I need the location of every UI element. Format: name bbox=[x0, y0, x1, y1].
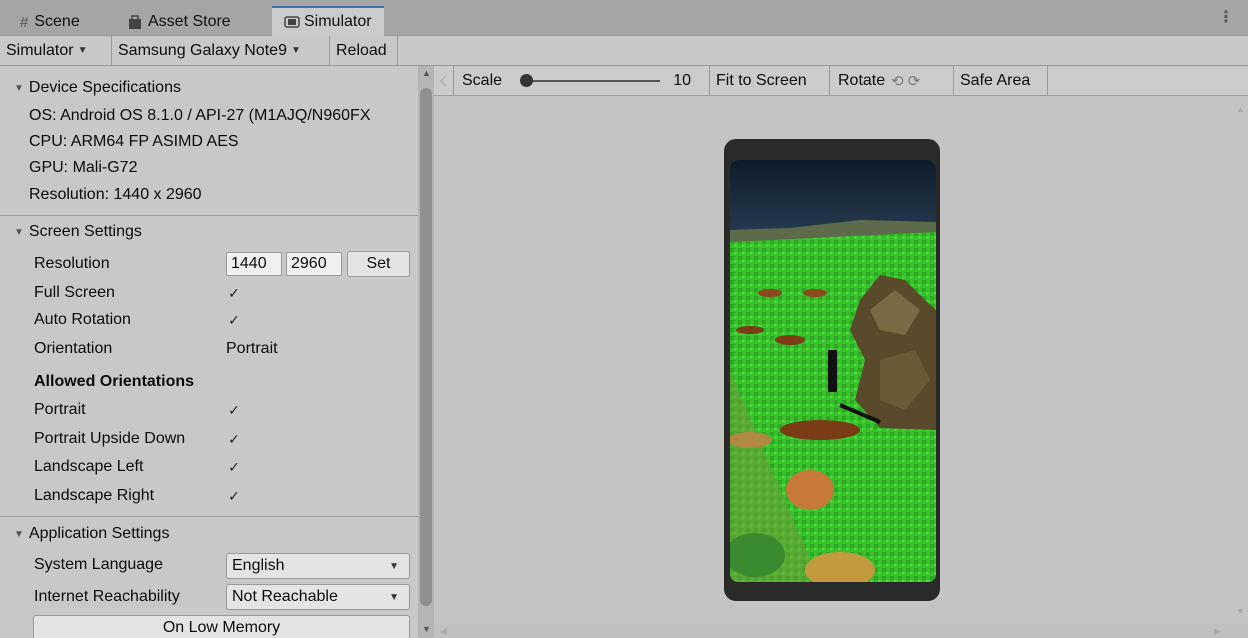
tab-asset-store[interactable]: Asset Store bbox=[128, 8, 231, 36]
resolution-height-field[interactable]: 2960 bbox=[286, 252, 342, 276]
scale-label: Scale bbox=[462, 71, 503, 89]
tab-label: Scene bbox=[34, 13, 80, 30]
scale-value: 10 bbox=[673, 71, 691, 89]
device-menu[interactable]: Samsung Galaxy Note9 ▼ bbox=[112, 36, 330, 65]
foldout-triangle-icon: ▼ bbox=[14, 528, 24, 540]
auto-rotation-checkbox[interactable]: ✓ bbox=[226, 312, 242, 328]
reload-button[interactable]: Reload bbox=[330, 36, 398, 65]
simulator-menu[interactable]: Simulator ▼ bbox=[0, 36, 112, 65]
landscape-right-label: Landscape Right bbox=[34, 487, 155, 504]
landscape-left-checkbox[interactable]: ✓ bbox=[226, 459, 242, 475]
tab-simulator[interactable]: Simulator bbox=[272, 6, 384, 36]
grid-icon: # bbox=[20, 13, 29, 31]
foldout-triangle-icon: ▼ bbox=[14, 82, 24, 94]
device-specs-foldout[interactable]: ▼ Device Specifications bbox=[0, 74, 418, 102]
portrait-checkbox[interactable]: ✓ bbox=[226, 402, 242, 418]
viewport-scroll-up-icon[interactable]: ▲ bbox=[1236, 104, 1245, 114]
tab-label: Asset Store bbox=[148, 13, 231, 30]
tab-label: Simulator bbox=[304, 13, 372, 30]
viewport-horizontal-scrollbar[interactable] bbox=[434, 624, 1248, 638]
left-panel-scroll-thumb[interactable] bbox=[420, 88, 432, 606]
orientation-label: Orientation bbox=[34, 340, 113, 357]
toolbar-left-arrow-icon[interactable] bbox=[434, 66, 454, 95]
rotate-left-icon[interactable]: ⟲ bbox=[891, 72, 904, 90]
system-language-dropdown[interactable]: English ▼ bbox=[226, 553, 410, 579]
viewport-scroll-down-icon[interactable]: ▼ bbox=[1236, 606, 1245, 616]
full-screen-label: Full Screen bbox=[34, 284, 115, 301]
phone-icon bbox=[284, 15, 300, 29]
screen-settings-title: Screen Settings bbox=[28, 223, 142, 240]
divider bbox=[0, 516, 418, 517]
portrait-upside-down-checkbox[interactable]: ✓ bbox=[226, 431, 242, 447]
more-options-icon[interactable]: ⋮ bbox=[1218, 10, 1234, 26]
full-screen-checkbox[interactable]: ✓ bbox=[226, 285, 242, 301]
resolution-label: Resolution bbox=[34, 255, 110, 272]
bag-icon bbox=[128, 15, 142, 29]
portrait-upside-down-label: Portrait Upside Down bbox=[34, 430, 186, 447]
system-language-value: English bbox=[232, 557, 285, 574]
scale-slider-track[interactable] bbox=[522, 80, 660, 82]
divider bbox=[0, 215, 418, 216]
rotate-control: Rotate ⟲ ⟳ bbox=[832, 66, 954, 95]
chevron-down-icon: ▼ bbox=[290, 45, 301, 56]
scale-slider-knob[interactable] bbox=[520, 74, 533, 87]
spec-cpu: CPU: ARM64 FP ASIMD AES bbox=[29, 133, 239, 150]
spec-resolution: Resolution: 1440 x 2960 bbox=[29, 186, 202, 203]
viewport-scroll-left-icon[interactable]: ◀ bbox=[440, 626, 447, 637]
internet-reachability-value: Not Reachable bbox=[232, 588, 338, 605]
device-specs-title: Device Specifications bbox=[28, 79, 181, 96]
scroll-up-arrow-icon[interactable]: ▲ bbox=[422, 68, 431, 78]
on-low-memory-button[interactable]: On Low Memory bbox=[33, 615, 410, 638]
tab-scene[interactable]: # Scene bbox=[20, 8, 80, 36]
simulator-toolbar: Simulator ▼ Samsung Galaxy Note9 ▼ Reload bbox=[0, 36, 1248, 66]
control-panel: ▼ Device Specifications OS: Android OS 8… bbox=[0, 66, 418, 638]
auto-rotation-label: Auto Rotation bbox=[34, 311, 131, 328]
fit-to-screen-button[interactable]: Fit to Screen bbox=[710, 66, 830, 95]
chevron-down-icon: ▼ bbox=[77, 45, 88, 56]
game-view-screen[interactable] bbox=[730, 160, 936, 582]
screen-settings-foldout[interactable]: ▼ Screen Settings bbox=[0, 218, 418, 246]
orientation-value: Portrait bbox=[226, 340, 278, 357]
portrait-label: Portrait bbox=[34, 401, 86, 418]
reload-label: Reload bbox=[336, 41, 387, 59]
game-scene-image bbox=[730, 160, 936, 582]
landscape-right-checkbox[interactable]: ✓ bbox=[226, 488, 242, 504]
app-settings-title: Application Settings bbox=[28, 525, 170, 542]
internet-reachability-dropdown[interactable]: Not Reachable ▼ bbox=[226, 584, 410, 610]
allowed-orientations-heading: Allowed Orientations bbox=[34, 373, 195, 390]
simulator-menu-label: Simulator bbox=[6, 41, 74, 59]
spec-os: OS: Android OS 8.1.0 / API-27 (M1AJQ/N96… bbox=[29, 107, 371, 124]
editor-tab-bar: # Scene Asset Store Simulator ⋮ bbox=[0, 0, 1248, 36]
rotate-label: Rotate bbox=[838, 71, 886, 89]
spec-gpu: GPU: Mali-G72 bbox=[29, 159, 138, 176]
viewport-scroll-right-icon[interactable]: ▶ bbox=[1214, 626, 1221, 637]
internet-reachability-label: Internet Reachability bbox=[34, 588, 180, 605]
resolution-width-field[interactable]: 1440 bbox=[226, 252, 282, 276]
foldout-triangle-icon: ▼ bbox=[14, 226, 24, 238]
scroll-down-arrow-icon[interactable]: ▼ bbox=[422, 624, 431, 634]
safe-area-toggle[interactable]: Safe Area bbox=[954, 66, 1048, 95]
app-settings-foldout[interactable]: ▼ Application Settings bbox=[0, 520, 418, 548]
chevron-down-icon: ▼ bbox=[389, 560, 399, 572]
rotate-right-icon[interactable]: ⟳ bbox=[908, 72, 921, 90]
chevron-down-icon: ▼ bbox=[389, 591, 399, 603]
landscape-left-label: Landscape Left bbox=[34, 458, 144, 475]
system-language-label: System Language bbox=[34, 556, 163, 573]
set-resolution-button[interactable]: Set bbox=[347, 251, 410, 277]
device-menu-label: Samsung Galaxy Note9 bbox=[118, 41, 287, 59]
